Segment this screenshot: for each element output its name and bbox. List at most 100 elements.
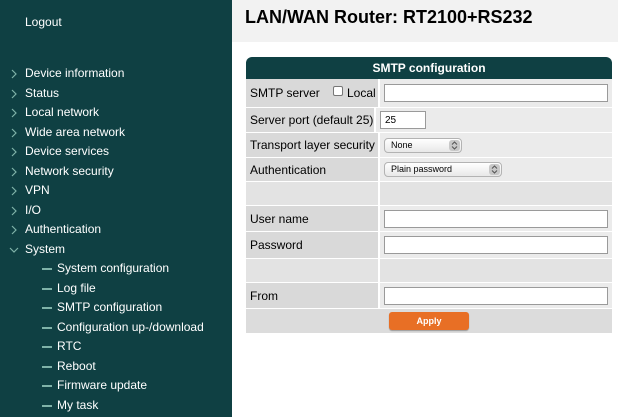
sidebar-item-label: Network security	[25, 163, 114, 178]
tls-value-cell: None	[380, 133, 612, 157]
sidebar-item-wide-area-network[interactable]: Wide area network	[0, 123, 232, 143]
authentication-label: Authentication	[246, 158, 379, 181]
sidebar-item-label: Device information	[25, 66, 125, 80]
username-input[interactable]	[384, 209, 608, 228]
chevron-down-icon	[9, 240, 20, 260]
username-value-cell	[380, 206, 612, 231]
smtp-server-row: SMTP server Local	[246, 79, 612, 108]
sidebar-subitem-firmware-update[interactable]: Firmware update	[0, 376, 232, 396]
sidebar-item-network-security[interactable]: Network security	[0, 162, 232, 182]
dash-icon	[42, 307, 52, 309]
sidebar-item-label: Status	[25, 85, 60, 100]
chevron-right-icon	[10, 142, 20, 162]
sidebar-item-local-network[interactable]: Local network	[0, 103, 232, 123]
apply-row: Apply	[246, 309, 612, 334]
sidebar-item-label: VPN	[25, 183, 50, 197]
chevron-right-icon	[10, 201, 20, 221]
logout-link[interactable]: Logout	[25, 15, 62, 29]
sidebar-item-status[interactable]: Status	[0, 84, 232, 104]
sidebar: Logout Device information Status Local n…	[0, 0, 232, 417]
sidebar-item-device-information[interactable]: Device information	[0, 64, 232, 84]
sidebar-item-device-services[interactable]: Device services	[0, 142, 232, 162]
sidebar-subitem-rtc[interactable]: RTC	[0, 337, 232, 357]
password-label: Password	[246, 232, 379, 258]
chevron-right-icon	[10, 64, 20, 84]
smtp-configuration-panel: SMTP configuration SMTP server Local Ser…	[246, 57, 612, 334]
sidebar-subitem-label: RTC	[57, 339, 82, 353]
from-input[interactable]	[384, 286, 608, 305]
server-port-row: Server port (default 25)	[246, 108, 612, 133]
tls-row: Transport layer security None	[246, 133, 612, 158]
spacer-row	[246, 259, 612, 283]
server-port-label: Server port (default 25)	[246, 108, 375, 132]
sidebar-subitem-label: My task	[57, 397, 99, 412]
password-row: Password	[246, 232, 612, 259]
smtp-server-value-cell	[380, 79, 612, 107]
smtp-server-cell: SMTP server Local	[246, 79, 379, 107]
sidebar-item-authentication[interactable]: Authentication	[0, 220, 232, 240]
dash-icon	[42, 346, 52, 348]
chevron-right-icon	[10, 220, 20, 240]
from-value-cell	[380, 283, 612, 308]
server-port-input[interactable]	[380, 111, 426, 129]
server-port-value-cell	[376, 108, 612, 132]
local-label: Local	[347, 86, 376, 100]
sidebar-subitem-label: Log file	[57, 280, 96, 295]
dash-icon	[42, 404, 52, 407]
select-arrows-icon	[489, 164, 500, 175]
chevron-right-icon	[10, 123, 20, 143]
sidebar-subitem-label: SMTP configuration	[57, 300, 163, 314]
tls-label: Transport layer security	[246, 133, 379, 157]
dash-icon	[42, 287, 52, 290]
smtp-server-input[interactable]	[384, 84, 608, 102]
password-value-cell	[380, 232, 612, 258]
sidebar-subitem-log-file[interactable]: Log file	[0, 279, 232, 299]
dash-icon	[42, 365, 52, 368]
dash-icon	[42, 268, 52, 270]
sidebar-item-label: System	[25, 241, 66, 256]
from-row: From	[246, 283, 612, 309]
local-checkbox[interactable]	[333, 86, 343, 96]
panel-header: SMTP configuration	[246, 57, 612, 79]
sidebar-subitem-label: Configuration up-/download	[57, 319, 204, 334]
sidebar-nav: Device information Status Local network …	[0, 64, 232, 415]
smtp-server-label: SMTP server	[250, 86, 320, 100]
sidebar-subitem-system-configuration[interactable]: System configuration	[0, 259, 232, 279]
sidebar-subitem-configuration-up-download[interactable]: Configuration up-/download	[0, 318, 232, 338]
spacer-cell	[246, 182, 379, 205]
dash-icon	[42, 326, 52, 329]
tls-select[interactable]: None	[384, 137, 462, 153]
sidebar-item-io[interactable]: I/O	[0, 201, 232, 221]
sidebar-item-label: Device services	[25, 144, 110, 158]
authentication-selected-value: Plain password	[391, 164, 453, 174]
authentication-select[interactable]: Plain password	[384, 162, 502, 177]
apply-button[interactable]: Apply	[389, 312, 469, 330]
chevron-right-icon	[10, 162, 20, 182]
sidebar-item-system[interactable]: System	[0, 240, 232, 260]
chevron-right-icon	[10, 181, 20, 201]
chevron-right-icon	[10, 84, 20, 104]
spacer-cell	[380, 182, 612, 205]
sidebar-item-label: Wide area network	[25, 124, 126, 139]
from-label: From	[246, 283, 379, 308]
spacer-cell	[380, 259, 612, 282]
authentication-value-cell: Plain password	[380, 158, 612, 181]
chevron-right-icon	[10, 103, 20, 123]
sidebar-item-vpn[interactable]: VPN	[0, 181, 232, 201]
sidebar-subitem-label: System configuration	[57, 261, 170, 275]
sidebar-subitem-label: Reboot	[57, 358, 96, 373]
spacer-row	[246, 182, 612, 206]
username-label: User name	[246, 206, 379, 231]
select-arrows-icon	[449, 139, 460, 151]
sidebar-item-label: Authentication	[25, 222, 102, 236]
sidebar-subitem-my-task[interactable]: My task	[0, 396, 232, 416]
spacer-cell	[246, 259, 379, 282]
password-input[interactable]	[384, 236, 608, 254]
authentication-row: Authentication Plain password	[246, 158, 612, 182]
sidebar-subitem-label: Firmware update	[57, 378, 148, 392]
dash-icon	[42, 385, 52, 387]
sidebar-subitem-smtp-configuration[interactable]: SMTP configuration	[0, 298, 232, 318]
main-content: LAN/WAN Router: RT2100+RS232 SMTP config…	[232, 0, 618, 417]
sidebar-subitem-reboot[interactable]: Reboot	[0, 357, 232, 377]
sidebar-item-label: I/O	[25, 202, 42, 217]
